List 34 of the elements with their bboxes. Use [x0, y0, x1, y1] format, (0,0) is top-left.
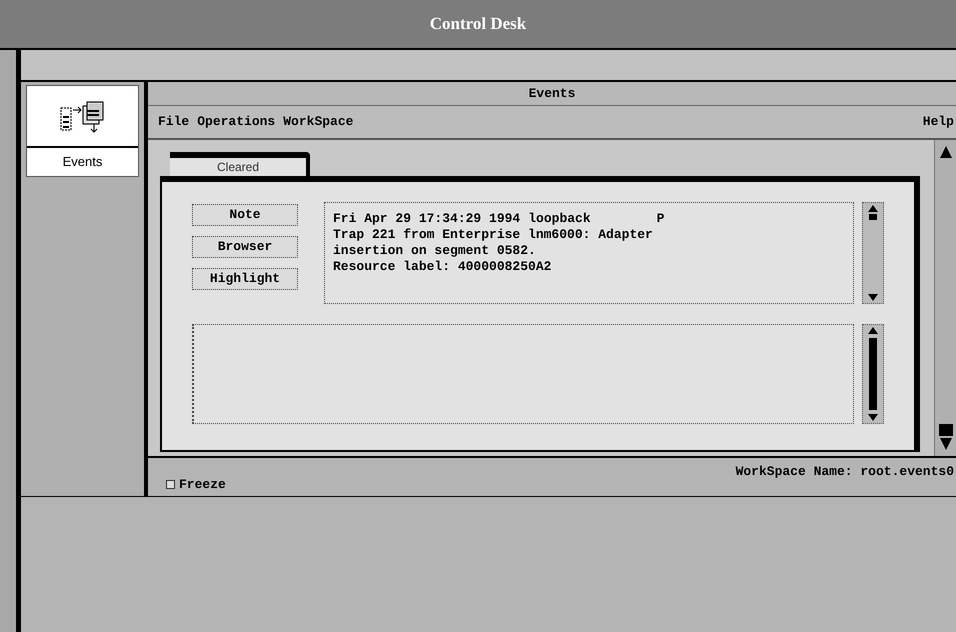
event-priority-label: P [656, 211, 664, 227]
window-title: Control Desk [430, 13, 526, 36]
action-button[interactable]: Note [192, 204, 298, 226]
help-menu[interactable]: Help [922, 112, 954, 132]
scroll-bar[interactable] [934, 140, 956, 456]
event-host: loopback [528, 211, 591, 227]
notebook-tab[interactable]: Cleared [170, 152, 310, 176]
scroll-thumb[interactable] [869, 338, 877, 410]
freeze-checkbox[interactable]: Freeze [166, 474, 226, 494]
sidebar-item[interactable]: Events [26, 85, 139, 176]
action-button[interactable]: Browser [192, 236, 298, 258]
action-button[interactable]: Highlight [192, 268, 298, 290]
event-text-line: Trap 221 from Enterprise lnm6000: Adapter [333, 227, 654, 243]
menu-item[interactable]: WorkSpace [283, 112, 354, 132]
event-text-area[interactable]: Fri Apr 29 17:34:29 1994 loopback P Trap 221 from Enterprise lnm6000: Adapter insertion on segment 0582. Resource label: 4000008250A2 [324, 202, 854, 304]
scroll-up-arrow-icon[interactable] [940, 146, 952, 158]
scroll-thumb[interactable] [869, 214, 877, 220]
scroll-up-arrow-icon[interactable] [868, 205, 878, 212]
scroll-up-arrow-icon[interactable] [868, 327, 878, 334]
menu-item[interactable]: Operations [197, 112, 276, 132]
workspace-name: WorkSpace Name: root.events0 [736, 463, 954, 481]
scroll-thumb[interactable] [938, 424, 952, 436]
event-timestamp: Fri Apr 29 17:34:29 1994 [333, 211, 520, 227]
menu-item[interactable]: File [158, 112, 190, 132]
scroll-down-arrow-icon[interactable] [868, 414, 878, 421]
checkbox-indicator[interactable] [166, 480, 175, 489]
event-text-line: insertion on segment 0582. [333, 243, 537, 259]
scroll-down-arrow-icon[interactable] [940, 438, 952, 450]
panel-title: Events [528, 84, 576, 103]
scroll-bar[interactable] [862, 324, 884, 424]
sidebar-item-label: Events [27, 146, 138, 176]
scroll-down-arrow-icon[interactable] [868, 294, 878, 301]
scroll-bar[interactable] [862, 202, 884, 304]
event-text-line: Resource label: 4000008250A2 [333, 259, 552, 275]
